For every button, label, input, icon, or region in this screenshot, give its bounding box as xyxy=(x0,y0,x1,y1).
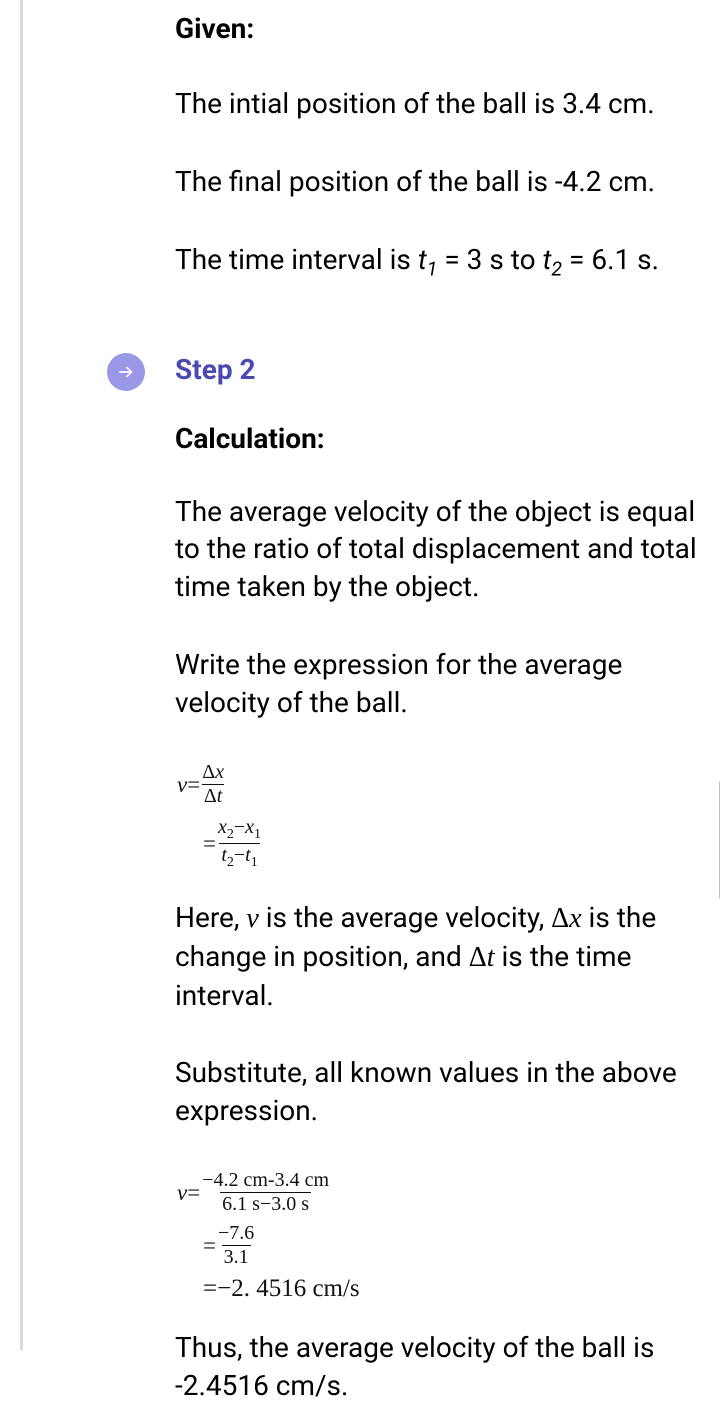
frac-dx-dt: Δx Δt xyxy=(200,762,226,807)
conclusion: Thus, the average velocity of the ball i… xyxy=(175,1329,700,1405)
given-time-interval: The time interval is t1 = 3 s to t2 = 6.… xyxy=(175,241,700,283)
t2-eq: = 6.1 s. xyxy=(562,243,659,276)
frac-den-dt: Δt xyxy=(202,784,224,807)
t1-eq: = 3 s to xyxy=(437,243,542,276)
time-prefix: The time interval is xyxy=(175,243,418,276)
eq2-v: v xyxy=(177,1181,187,1204)
eq2-row-2: = −7.6 3.1 xyxy=(177,1223,700,1268)
eq-eq2: = xyxy=(203,832,216,855)
desc-dx: Δx xyxy=(551,903,581,934)
equation-avg-velocity: v= Δx Δt = x2−x1 t2−t1 xyxy=(177,762,700,871)
frac-sub2-den: 3.1 xyxy=(222,1245,251,1268)
frac-sub-1: −4.2 cm-3.4 cm 6.1 s−3.0 s xyxy=(200,1170,331,1215)
desc-mid1: is the average velocity, xyxy=(259,901,551,934)
given-heading: Given: xyxy=(175,12,700,45)
eq2-result: =−2. 4516 cm/s xyxy=(177,1276,700,1301)
eq2-result-text: =−2. 4516 cm/s xyxy=(203,1276,360,1301)
desc-dt: Δt xyxy=(469,942,495,973)
eq-row-2: = x2−x1 t2−t1 xyxy=(177,817,700,871)
eq-v: v xyxy=(177,773,187,796)
eq-row-1: v= Δx Δt xyxy=(177,762,700,807)
frac-den-t: t2−t1 xyxy=(219,843,259,871)
frac-num-dx: Δx xyxy=(200,762,226,784)
eq2-eq2: = xyxy=(203,1234,216,1257)
frac-sub1-num: −4.2 cm-3.4 cm xyxy=(200,1170,331,1192)
equation-substituted: v= −4.2 cm-3.4 cm 6.1 s−3.0 s = −7.6 3.1… xyxy=(177,1170,700,1301)
frac-x-t: x2−x1 t2−t1 xyxy=(216,817,263,871)
given-line-1: The intial position of the ball is 3.4 c… xyxy=(175,85,700,123)
frac-num-x: x2−x1 xyxy=(216,817,263,844)
eq2-row-1: v= −4.2 cm-3.4 cm 6.1 s−3.0 s xyxy=(177,1170,700,1215)
step-arrow-icon xyxy=(107,353,145,391)
desc-prefix: Here, xyxy=(175,901,246,934)
velocity-definition: The average velocity of the object is eq… xyxy=(175,493,700,606)
given-line-2: The final position of the ball is -4.2 c… xyxy=(175,163,700,201)
frac-sub-2: −7.6 3.1 xyxy=(216,1223,256,1268)
variable-definitions: Here, v is the average velocity, Δx is t… xyxy=(175,899,700,1014)
substitute-instr: Substitute, all known values in the abov… xyxy=(175,1054,700,1130)
step-2-header: Step 2 xyxy=(175,353,700,386)
t1-sub: 1 xyxy=(427,257,438,280)
eq-eq1: = xyxy=(187,773,200,796)
content-area: Given: The intial position of the ball i… xyxy=(63,12,720,1405)
step-2-label: Step 2 xyxy=(175,353,256,386)
frac-sub2-num: −7.6 xyxy=(216,1223,256,1245)
t1-symbol: t xyxy=(418,243,427,276)
calculation-heading: Calculation: xyxy=(175,422,700,455)
solution-page: Given: The intial position of the ball i… xyxy=(20,0,720,1350)
frac-sub1-den: 6.1 s−3.0 s xyxy=(220,1192,311,1215)
desc-v: v xyxy=(246,903,258,934)
t2-sub: 2 xyxy=(551,257,562,280)
eq2-eq1: = xyxy=(187,1181,200,1204)
write-expression-instr: Write the expression for the average vel… xyxy=(175,646,700,722)
